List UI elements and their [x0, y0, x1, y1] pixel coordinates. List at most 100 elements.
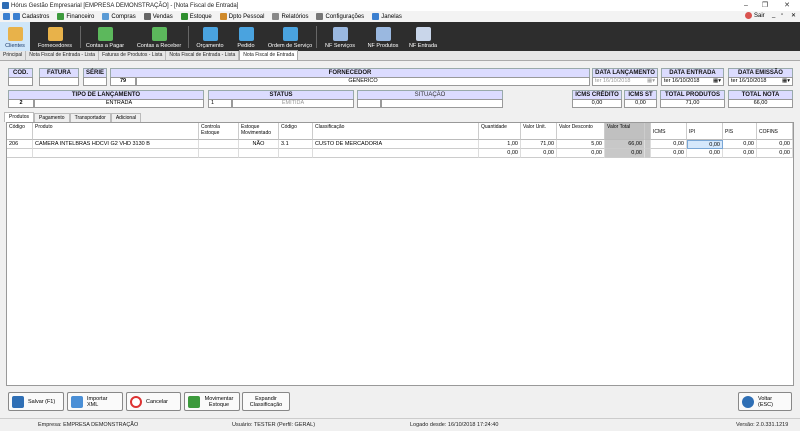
column-header[interactable]: Valor Unit. [521, 123, 557, 140]
data-emissao-value: ter 16/10/2018 [731, 78, 767, 84]
column-header[interactable]: Produto [33, 123, 199, 140]
toolbar-contas-a-receber-button[interactable]: Contas a Receber [130, 22, 188, 51]
tipo-lancamento-field[interactable]: ENTRADA [34, 99, 204, 108]
grid-cell[interactable]: 1,00 [479, 140, 521, 149]
toolbar-pedido-button[interactable]: Pedido [232, 22, 260, 51]
import-xml-button[interactable]: Importar XML [67, 392, 123, 411]
toolbar-contas-a-pagar-button[interactable]: Contas a Pagar [82, 22, 128, 51]
grid-cell[interactable]: 0,00 [687, 140, 723, 149]
minimize-button[interactable]: – [737, 0, 755, 11]
column-header[interactable]: Controla Estoque [199, 123, 239, 140]
exit-menu[interactable]: Sair [754, 13, 765, 19]
doc-tab[interactable]: Faturas de Produtos - Lista [99, 51, 167, 60]
doc-tab[interactable]: Nota Fiscal de Entrada - Lista [26, 51, 100, 60]
toolbar-nf-produtos-button[interactable]: NF Produtos [364, 22, 402, 51]
cancel-button[interactable]: Cancelar [126, 392, 181, 411]
column-header[interactable]: PIS [723, 123, 757, 140]
grid-cell[interactable] [199, 140, 239, 149]
column-header[interactable]: ICMS [651, 123, 687, 140]
column-header[interactable]: COFINS [757, 123, 793, 140]
column-header[interactable]: Código [7, 123, 33, 140]
detail-tab[interactable]: Adicional [110, 113, 142, 122]
grid-cell[interactable]: 0,00 [651, 140, 687, 149]
grid-cell[interactable]: 66,00 [605, 140, 645, 149]
data-entrada-field[interactable]: ter 16/10/2018 ▦▾ [661, 77, 724, 86]
grid-cell[interactable]: 0,00 [723, 140, 757, 149]
column-header[interactable]: Valor Total [605, 123, 645, 140]
toolbar-separator [188, 26, 189, 48]
grid-cell[interactable]: CAMERA INTELBRAS HDCVI G2 VHD 3130 B [33, 140, 199, 149]
totals-cell: 0,00 [723, 149, 757, 158]
menu-financeiro[interactable]: Financeiro [57, 13, 94, 20]
menu-compras[interactable]: Compras [102, 13, 136, 20]
toolbar-nf-entrada-button[interactable]: NF Entrada [404, 22, 442, 51]
toolbar-fornecedores-button[interactable]: Fornecedores [32, 22, 78, 51]
contas-a-receber-icon [151, 27, 167, 41]
totals-cell: 0,00 [521, 149, 557, 158]
totals-cell [279, 149, 313, 158]
mdi-close-button[interactable]: ✕ [791, 12, 796, 19]
pedido-icon [238, 27, 254, 41]
fornecedor-code-field[interactable]: 79 [110, 77, 136, 86]
grid-cell[interactable]: 206 [7, 140, 33, 149]
close-button[interactable]: ✕ [778, 0, 796, 11]
grid-cell[interactable]: 5,00 [557, 140, 605, 149]
column-header[interactable]: Código [279, 123, 313, 140]
products-grid[interactable]: Código Produto Controla Estoque Estoque Mov… [6, 122, 794, 386]
doc-tab[interactable]: Principal [0, 51, 27, 60]
mdi-minimize-button[interactable]: _ [772, 12, 775, 18]
column-header[interactable]: Classificação [313, 123, 479, 140]
menu-configuracoes[interactable]: Configurações [316, 13, 364, 20]
grid-cell[interactable]: CUSTO DE MERCADORIA [313, 140, 479, 149]
menu-items: Cadastros Financeiro Compras Vendas Estoque D… [13, 13, 410, 20]
menu-vendas[interactable]: Vendas [143, 13, 173, 20]
maximize-button[interactable]: ❐ [756, 0, 774, 11]
total-nota-field: 66,00 [728, 99, 793, 108]
calendar-icon[interactable]: ▦▾ [782, 78, 790, 85]
grid-cell[interactable]: 3.1 [279, 140, 313, 149]
menu-label: Janelas [381, 13, 402, 20]
totals-cell: 0,00 [687, 149, 723, 158]
column-header[interactable]: Estoque Movimentado [239, 123, 279, 140]
toolbar-nf-servicos-button[interactable]: NF Serviços [320, 22, 360, 51]
column-header[interactable]: Quantidade [479, 123, 521, 140]
cod-field[interactable] [8, 77, 33, 86]
menu-cadastros[interactable]: Cadastros [13, 13, 49, 20]
menu-label: Cadastros [22, 13, 50, 20]
calendar-icon[interactable]: ▦▾ [713, 78, 721, 85]
icms-st-field: 0,00 [624, 99, 657, 108]
detail-tab[interactable]: Produtos [4, 112, 35, 122]
grid-cell[interactable]: NÃO [239, 140, 279, 149]
fornecedor-name-field[interactable]: GENERICO [136, 77, 590, 86]
toolbar-ordem-de-servico-button[interactable]: Ordem de Serviço [262, 22, 318, 51]
doc-tab[interactable]: Nota Fiscal de Entrada - Lista [166, 51, 240, 60]
column-header[interactable]: IPI [687, 123, 723, 140]
data-emissao-field[interactable]: ter 16/10/2018 ▦▾ [728, 77, 793, 86]
back-button[interactable]: Voltar (ESC) [738, 392, 792, 411]
doc-tab[interactable]: Nota Fiscal de Entrada [239, 50, 299, 60]
totals-cell [7, 149, 33, 158]
mdi-restore-button[interactable]: ▫ [781, 12, 783, 18]
menu-dpto-pessoal[interactable]: Dpto Pessoal [219, 13, 264, 20]
expand-classification-button[interactable]: Expandir Classificação [242, 392, 290, 411]
serie-field[interactable] [83, 77, 107, 86]
menu-janelas[interactable]: Janelas [372, 13, 402, 20]
detail-tab[interactable]: Pagamento [34, 113, 70, 122]
menu-bar: Cadastros Financeiro Compras Vendas Estoque D… [0, 11, 800, 22]
menu-label: Compras [111, 13, 136, 20]
situacao-code [357, 99, 381, 108]
save-button[interactable]: Salvar (F1) [8, 392, 64, 411]
grid-cell[interactable]: 0,00 [757, 140, 793, 149]
move-stock-button[interactable]: Movimentar Estoque [184, 392, 240, 411]
toolbar-clientes-button[interactable]: Clientes [0, 22, 30, 51]
fatura-field[interactable] [39, 77, 79, 86]
grid-cell[interactable]: 71,00 [521, 140, 557, 149]
toolbar-orcamento-button[interactable]: Orçamento [190, 22, 230, 51]
toolbar-label: Orçamento [196, 43, 224, 49]
tipo-lancamento-code[interactable]: 2 [8, 99, 34, 108]
detail-tab[interactable]: Transportador [69, 113, 111, 122]
menu-relatorios[interactable]: Relatórios [272, 13, 308, 20]
menu-estoque[interactable]: Estoque [180, 13, 212, 20]
window-title: Hórus Gestão Empresarial [EMPRESA DEMONS… [11, 2, 239, 9]
column-header[interactable]: Valor Desconto [557, 123, 605, 140]
